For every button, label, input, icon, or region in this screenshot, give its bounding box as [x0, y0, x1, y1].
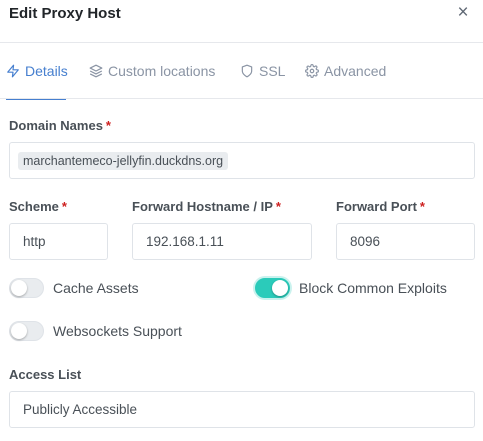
forward-hostname-field[interactable]: 192.168.1.11: [132, 223, 312, 260]
switch-knob: [11, 280, 27, 296]
tab-ssl-label: SSL: [259, 63, 286, 79]
close-icon[interactable]: ×: [453, 3, 473, 23]
websockets-support-toggle[interactable]: Websockets Support: [9, 321, 182, 341]
scheme-label: Scheme *: [9, 199, 67, 214]
access-list-value: Publicly Accessible: [23, 402, 138, 417]
websockets-support-switch[interactable]: [9, 321, 44, 341]
scheme-field[interactable]: http: [9, 223, 108, 260]
required-mark: *: [419, 199, 425, 214]
tab-advanced-label: Advanced: [324, 63, 387, 79]
block-common-exploits-switch[interactable]: [255, 278, 290, 298]
cache-assets-toggle[interactable]: Cache Assets: [9, 278, 139, 298]
tab-bar: Details Custom locations SSL Advanced: [0, 43, 483, 100]
tab-ssl[interactable]: SSL: [240, 43, 285, 99]
cache-assets-switch[interactable]: [9, 278, 44, 298]
domain-names-input[interactable]: marchantemeco-jellyfin.duckdns.org: [9, 142, 475, 179]
shield-icon: [241, 64, 253, 78]
tab-details[interactable]: Details: [6, 43, 68, 100]
domain-names-label: Domain Names *: [9, 118, 111, 133]
modal-header: Edit Proxy Host ×: [0, 0, 483, 43]
required-mark: *: [105, 118, 111, 133]
access-list-select[interactable]: Publicly Accessible: [9, 391, 475, 428]
block-common-exploits-toggle[interactable]: Block Common Exploits: [255, 278, 447, 298]
block-common-exploits-label: Block Common Exploits: [299, 280, 447, 296]
tab-custom-locations[interactable]: Custom locations: [89, 43, 215, 99]
gear-icon: [305, 64, 319, 78]
required-mark: *: [61, 199, 67, 214]
switch-knob: [272, 280, 288, 296]
forward-port-label: Forward Port *: [336, 199, 425, 214]
forward-port-value: 8096: [350, 234, 381, 249]
required-mark: *: [275, 199, 281, 214]
edit-proxy-host-modal: Edit Proxy Host × Details Custom locatio…: [0, 0, 483, 441]
websockets-support-label: Websockets Support: [53, 323, 182, 339]
bolt-icon: [7, 64, 19, 78]
tab-details-label: Details: [25, 63, 68, 79]
forward-port-field[interactable]: 8096: [336, 223, 475, 260]
layers-icon: [89, 64, 103, 78]
access-list-label: Access List: [9, 367, 82, 382]
tab-advanced[interactable]: Advanced: [305, 43, 386, 99]
forward-hostname-value: 192.168.1.11: [146, 234, 224, 249]
switch-knob: [11, 323, 27, 339]
scheme-value: http: [23, 234, 46, 249]
modal-title: Edit Proxy Host: [9, 5, 121, 22]
domain-chip[interactable]: marchantemeco-jellyfin.duckdns.org: [18, 151, 229, 170]
tab-custom-locations-label: Custom locations: [108, 63, 216, 79]
forward-hostname-label: Forward Hostname / IP *: [132, 199, 281, 214]
cache-assets-label: Cache Assets: [53, 280, 139, 296]
